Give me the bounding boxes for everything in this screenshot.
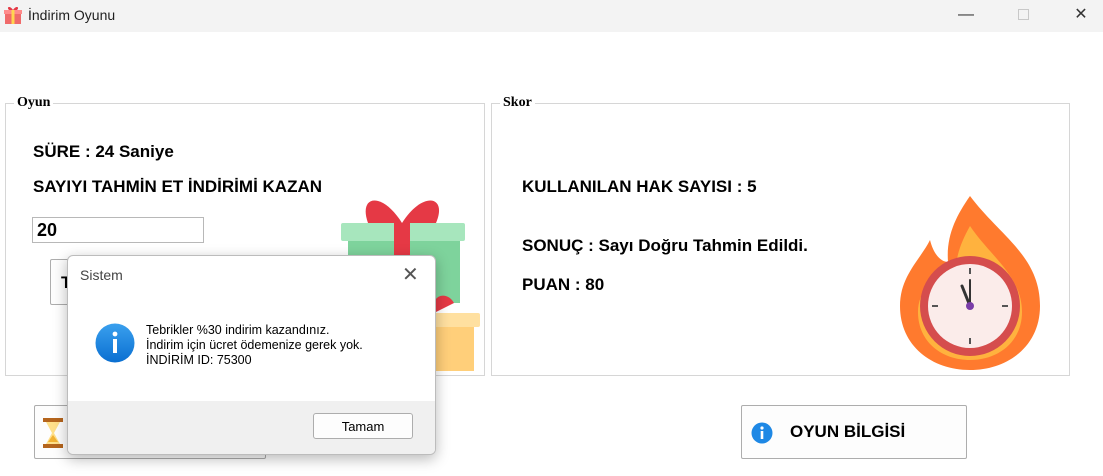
dialog-message: Tebrikler %30 indirim kazandınız. İndiri…: [146, 323, 363, 368]
dialog-message-line: Tebrikler %30 indirim kazandınız.: [146, 323, 330, 337]
sistem-dialog: Sistem ✕ Tebrikler %30 indirim kazandını…: [67, 255, 436, 455]
info-icon: [95, 323, 135, 363]
sonuc-label: SONUÇ : Sayı Doğru Tahmin Edildi.: [522, 236, 808, 255]
hourglass-icon: [43, 418, 63, 448]
skor-legend: Skor: [500, 95, 535, 111]
oyun-bilgisi-button[interactable]: OYUN BİLGİSİ: [741, 405, 967, 459]
gift-icon: [4, 6, 22, 24]
dialog-footer: Tamam: [68, 401, 435, 454]
burning-clock-illustration: [900, 196, 1040, 370]
dialog-message-line: İNDİRİM ID: 75300: [146, 353, 252, 367]
window-title: İndirim Oyunu: [28, 7, 116, 23]
sure-label: SÜRE : 24 Saniye: [33, 142, 174, 161]
puan-label: PUAN : 80: [522, 275, 605, 294]
prompt-label: SAYIYI TAHMİN ET İNDİRİMİ KAZAN: [33, 177, 323, 196]
info-icon: [751, 422, 773, 444]
guess-input[interactable]: [32, 217, 204, 243]
oyun-legend: Oyun: [14, 95, 54, 111]
minimize-button[interactable]: —: [943, 0, 989, 32]
close-button[interactable]: ✕: [1058, 0, 1103, 32]
oyun-bilgisi-label: OYUN BİLGİSİ: [790, 422, 906, 441]
maximize-button[interactable]: [1000, 0, 1046, 32]
dialog-title: Sistem: [80, 267, 123, 283]
dialog-message-line: İndirim için ücret ödemenize gerek yok.: [146, 338, 363, 352]
dialog-close-button[interactable]: ✕: [402, 262, 419, 287]
title-bar: İndirim Oyunu — ✕: [0, 0, 1103, 32]
tamam-button[interactable]: Tamam: [313, 413, 413, 439]
maximize-icon: [1017, 9, 1029, 21]
kullanilan-hak-label: KULLANILAN HAK SAYISI : 5: [522, 177, 757, 196]
